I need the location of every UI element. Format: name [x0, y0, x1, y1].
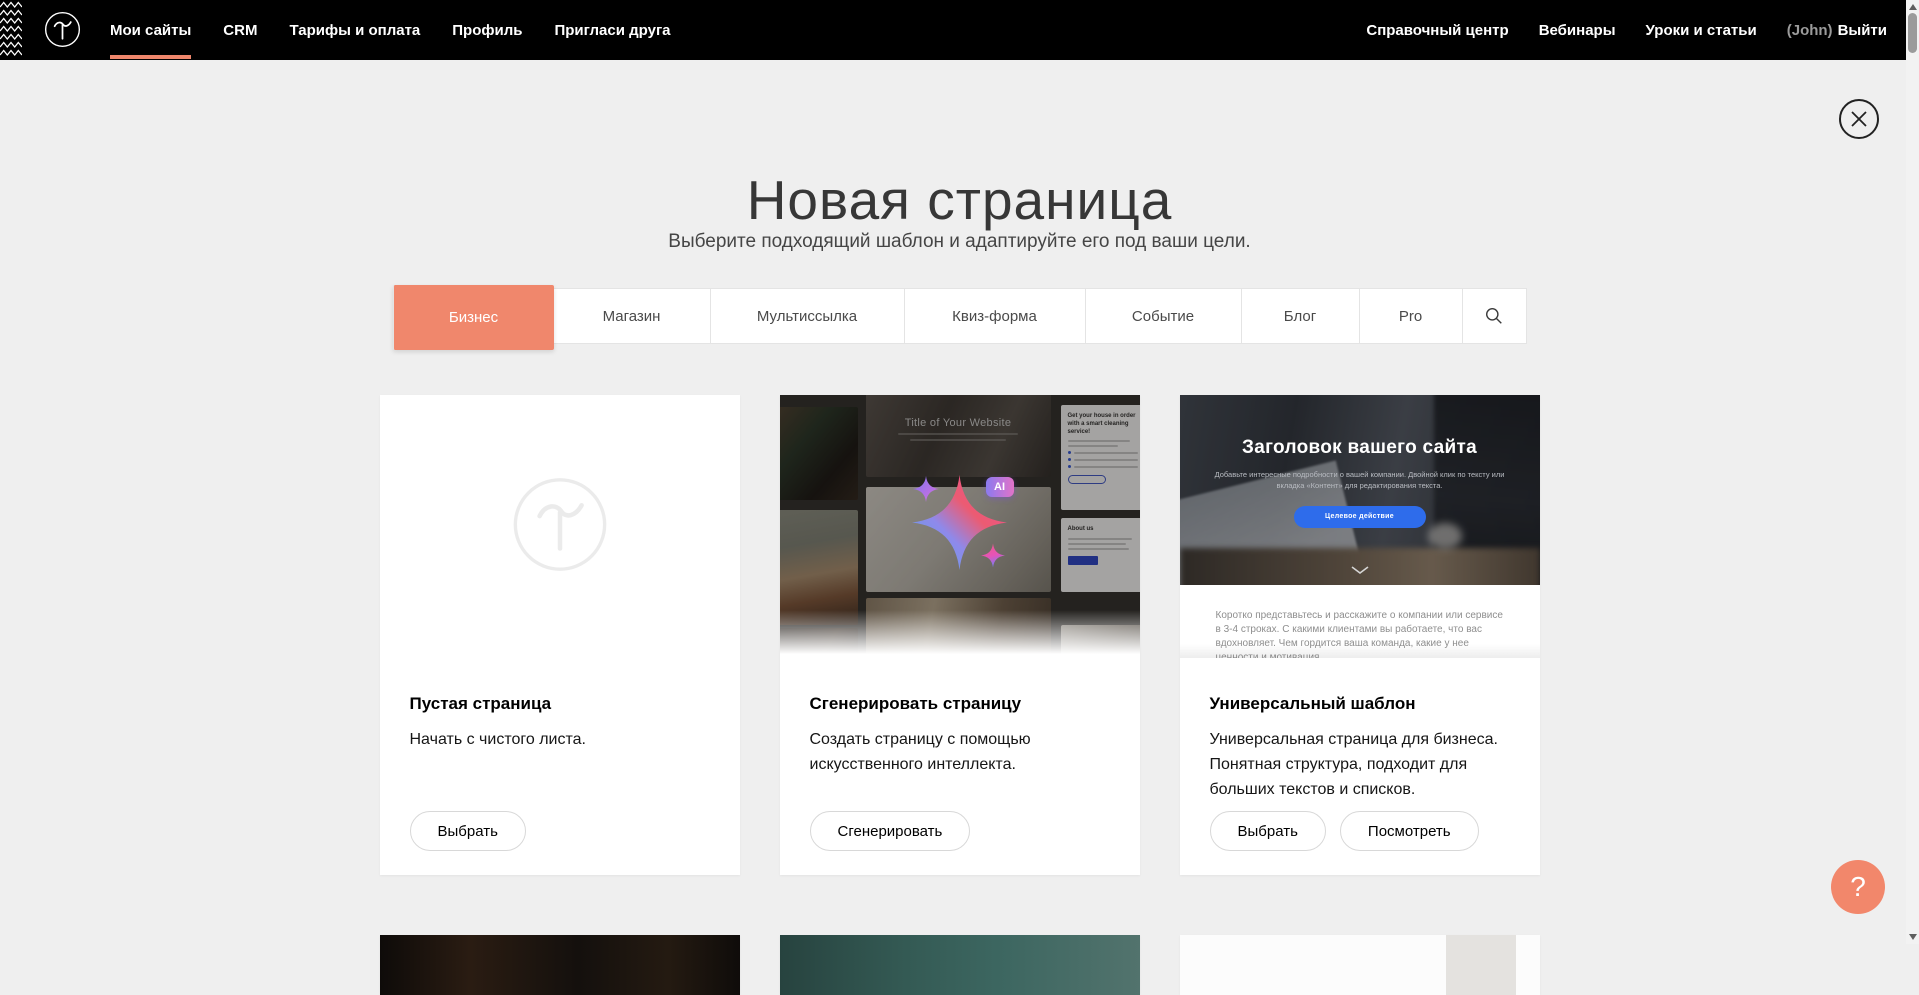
nav-item-webinars[interactable]: Вебинары	[1539, 0, 1616, 60]
page-subtitle: Выберите подходящий шаблон и адаптируйте…	[0, 231, 1919, 253]
nav-item-my-sites[interactable]: Мои сайты	[110, 0, 191, 60]
template-cards-row-2	[380, 935, 1540, 995]
card-actions: Выбрать Посмотреть	[1210, 811, 1479, 851]
template-hero: Заголовок вашего сайта Добавьте интересн…	[1180, 395, 1540, 585]
template-card-partial[interactable]	[780, 935, 1140, 995]
card-ai-generate[interactable]: Title of Your Website Get your house in …	[780, 395, 1140, 875]
thumbnail-gray-block	[1446, 935, 1516, 995]
card-title: Универсальный шаблон	[1210, 694, 1510, 714]
chevron-down-icon	[1350, 565, 1370, 575]
tab-business[interactable]: Бизнес	[393, 285, 554, 350]
card-description: Начать с чистого листа.	[410, 728, 710, 753]
drag-pattern-decoration	[0, 0, 22, 60]
nav-main-menu: Мои сайты CRM Тарифы и оплата Профиль Пр…	[110, 0, 671, 60]
card-description: Создать страницу с помощью искусственног…	[810, 728, 1110, 778]
card-body: Сгенерировать страницу Создать страницу …	[780, 658, 1140, 875]
tilda-logo[interactable]	[44, 11, 81, 48]
template-cards-row: Пустая страница Начать с чистого листа. …	[380, 395, 1540, 875]
card-blank-page[interactable]: Пустая страница Начать с чистого листа. …	[380, 395, 740, 875]
nav-item-help-center[interactable]: Справочный центр	[1366, 0, 1508, 60]
card-universal-template[interactable]: Заголовок вашего сайта Добавьте интересн…	[1180, 395, 1540, 875]
card-title: Пустая страница	[410, 694, 710, 714]
preview-bottom-shadow	[1180, 644, 1540, 658]
search-icon	[1485, 307, 1503, 325]
question-mark-icon: ?	[1850, 871, 1866, 903]
tab-blog[interactable]: Блог	[1242, 288, 1360, 344]
choose-button[interactable]: Выбрать	[410, 811, 526, 851]
ai-collage-preview: Title of Your Website Get your house in …	[780, 395, 1140, 658]
nav-item-profile[interactable]: Профиль	[452, 0, 522, 60]
scrollbar[interactable]	[1906, 0, 1919, 944]
card-body: Универсальный шаблон Универсальная стран…	[1180, 658, 1540, 875]
card-actions: Сгенерировать	[810, 811, 971, 851]
template-thumbnail-light	[1180, 935, 1540, 995]
nav-item-invite-friend[interactable]: Пригласи друга	[554, 0, 670, 60]
tab-quiz-form[interactable]: Квиз-форма	[905, 288, 1086, 344]
collage-bottom-fade	[780, 610, 1140, 658]
template-category-tabs: Бизнес Магазин Мультиссылка Квиз-форма С…	[393, 288, 1527, 344]
template-hero-title: Заголовок вашего сайта	[1180, 437, 1540, 459]
tab-search[interactable]	[1463, 288, 1527, 344]
card-body: Пустая страница Начать с чистого листа. …	[380, 658, 740, 875]
help-button[interactable]: ?	[1831, 860, 1885, 914]
tab-shop[interactable]: Магазин	[554, 288, 711, 344]
template-hero-subtext: Добавьте интересные подробности о вашей …	[1210, 469, 1510, 492]
scroll-down-arrow-icon[interactable]	[1909, 934, 1917, 940]
scrollbar-thumb[interactable]	[1908, 13, 1917, 53]
nav-username: (John)	[1787, 22, 1833, 39]
template-card-partial[interactable]	[1180, 935, 1540, 995]
template-card-partial[interactable]	[380, 935, 740, 995]
ai-badge: AI	[986, 477, 1014, 497]
template-preview: Заголовок вашего сайта Добавьте интересн…	[1180, 395, 1540, 658]
page-title: Новая страница	[0, 173, 1919, 228]
blank-page-preview	[380, 395, 740, 658]
template-thumbnail-teal	[780, 935, 1140, 995]
template-thumbnail-dark	[380, 935, 740, 995]
choose-button[interactable]: Выбрать	[1210, 811, 1326, 851]
tab-multilink[interactable]: Мультиссылка	[711, 288, 905, 344]
tab-pro[interactable]: Pro	[1360, 288, 1463, 344]
generate-button[interactable]: Сгенерировать	[810, 811, 971, 851]
nav-item-lessons[interactable]: Уроки и статьи	[1646, 0, 1757, 60]
top-navbar: Мои сайты CRM Тарифы и оплата Профиль Пр…	[0, 0, 1919, 60]
website-collage: Title of Your Website Get your house in …	[780, 395, 1140, 658]
template-cta-button: Целевое действие	[1294, 506, 1426, 528]
close-icon	[1850, 110, 1868, 128]
card-title: Сгенерировать страницу	[810, 694, 1110, 714]
nav-item-tariffs[interactable]: Тарифы и оплата	[289, 0, 420, 60]
scroll-up-arrow-icon[interactable]	[1909, 4, 1917, 10]
view-button[interactable]: Посмотреть	[1340, 811, 1479, 851]
logout-link[interactable]: Выйти	[1838, 22, 1887, 39]
nav-item-crm[interactable]: CRM	[223, 0, 257, 60]
tab-event[interactable]: Событие	[1086, 288, 1242, 344]
card-description: Универсальная страница для бизнеса. Поня…	[1210, 728, 1510, 802]
nav-user-logout: (John) Выйти	[1787, 0, 1887, 60]
tilda-watermark-icon	[512, 476, 608, 577]
nav-secondary-menu: Справочный центр Вебинары Уроки и статьи…	[1366, 0, 1887, 60]
ai-sparkle-pink-icon	[981, 542, 1005, 569]
card-actions: Выбрать	[410, 811, 526, 851]
close-button[interactable]	[1839, 99, 1879, 139]
